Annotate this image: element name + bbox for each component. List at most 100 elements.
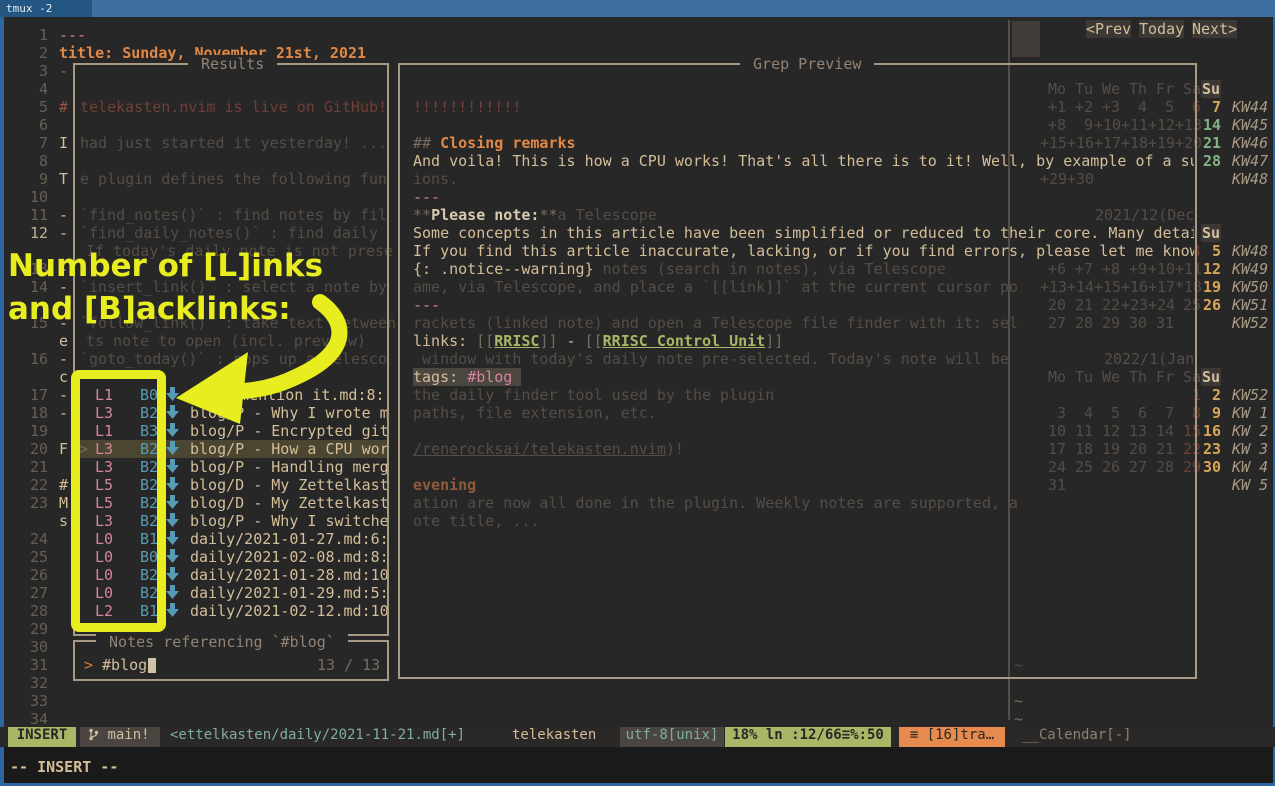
calendar-prev-button[interactable]: <Prev (1086, 20, 1131, 38)
buffer-text: - (59, 62, 68, 80)
annotation-text-line2: and [B]acklinks: (8, 291, 291, 327)
preview-text: --- (413, 296, 440, 314)
buffer-text: M (59, 494, 68, 512)
calendar-sunday[interactable]: 23 (1197, 440, 1221, 458)
line-number: 2 (26, 44, 48, 62)
git-branch[interactable]: main! (80, 727, 160, 747)
line-number: 21 (26, 458, 48, 476)
line-number: 5 (26, 98, 48, 116)
preview-line: If you find this article inaccurate, lac… (413, 242, 1194, 260)
prompt-title: Notes referencing `#blog` (96, 633, 348, 649)
terminal-window: tmux -2 12345678910111213141516171819202… (0, 0, 1275, 786)
calendar-week-number: KW50 (1232, 278, 1268, 296)
wiki-link[interactable]: RRISC Control Unit (603, 332, 766, 350)
preview-text: window with today's daily note pre-selec… (413, 350, 1009, 368)
line-number: 29 (26, 620, 48, 638)
preview-text: /renerocksai/telekasten.nvim (413, 440, 666, 458)
filename[interactable]: <ettelkasten/daily/2021-11-21.md[+] (170, 727, 465, 747)
buffer-text: --- (59, 26, 86, 44)
command-line-area (4, 747, 1273, 783)
preview-text: ions. (413, 170, 458, 188)
prompt-input[interactable]: #blog (102, 656, 147, 674)
line-number: 17 (26, 386, 48, 404)
git-branch-name: main! (107, 727, 149, 743)
line-number: 1 (26, 26, 48, 44)
calendar-sunday[interactable]: 7 (1197, 98, 1221, 116)
preview-line: paths, file extension, etc. (413, 404, 1194, 422)
preview-text: !!!!!!!!!!!! (413, 98, 521, 116)
buffer-text: - (59, 224, 68, 242)
line-number: 16 (26, 350, 48, 368)
preview-line: !!!!!!!!!!!! (413, 98, 1194, 116)
preview-text: ]] (765, 332, 783, 350)
preview-text: [[ (476, 332, 494, 350)
calendar-sunday[interactable]: 2 (1197, 386, 1221, 404)
calendar-sunday[interactable]: 19 (1197, 278, 1221, 296)
preview-text (512, 368, 521, 386)
preview-line: /renerocksai/telekasten.nvim)! (413, 440, 1194, 458)
preview-text: )! (666, 440, 684, 458)
line-number: 20 (26, 440, 48, 458)
mode-message: -- INSERT -- (10, 758, 118, 776)
calendar-week-number: KW 3 (1232, 440, 1268, 458)
buffer-text: s (59, 512, 68, 530)
calendar-sunday[interactable]: 30 (1197, 458, 1221, 476)
line-number: 33 (26, 692, 48, 710)
preview-text: If you find this article inaccurate, lac… (413, 242, 1194, 260)
line-number: 19 (26, 422, 48, 440)
calendar-sunday[interactable]: 9 (1197, 404, 1221, 422)
preview-line: --- (413, 296, 1194, 314)
git-branch-icon (88, 727, 107, 743)
calendar-today-button[interactable]: Today (1139, 20, 1184, 38)
preview-text: Please note: (431, 206, 539, 224)
preview-line: the daily finder tool used by the plugin (413, 386, 1194, 404)
preview-line: Some concepts in this article have been … (413, 224, 1194, 242)
preview-text: --- (413, 188, 440, 206)
prompt-char: > (84, 656, 93, 674)
preview-line: evening (413, 476, 1194, 494)
results-title: Results (188, 55, 277, 71)
line-number: 27 (26, 584, 48, 602)
line-number: 3 (26, 62, 48, 80)
calendar-week-number: KW48 (1232, 242, 1268, 260)
calendar-scrollbar[interactable] (1012, 21, 1040, 57)
preview-text: evening (413, 476, 476, 494)
line-number: 9 (26, 170, 48, 188)
preview-text: links: (413, 332, 476, 350)
calendar-week-number: KW48 (1232, 170, 1268, 188)
line-number: 18 (26, 404, 48, 422)
calendar-week-number: KW 5 (1232, 476, 1268, 494)
annotation-text-line1: Number of [L]inks (8, 248, 323, 284)
calendar-sunday[interactable]: 28 (1197, 152, 1221, 170)
buffer-indicator[interactable]: ≡ [16]tra… (899, 727, 1005, 747)
buffer-text: c (59, 368, 68, 386)
preview-text: ation are now all done in the plugin. We… (413, 494, 1018, 512)
calendar-sunday[interactable]: 14 (1197, 116, 1221, 134)
calendar-next-button[interactable]: Next> (1192, 20, 1237, 38)
line-number: 7 (26, 134, 48, 152)
wiki-link[interactable]: RRISC (494, 332, 539, 350)
titlebar: tmux -2 (0, 0, 1275, 17)
preview-text: {: .notice--warning} (413, 260, 594, 278)
calendar-week-number: KW 1 (1232, 404, 1268, 422)
statusline: INSERT main! <ettelkasten/daily/2021-11-… (0, 727, 1275, 747)
calendar-sunday[interactable]: 26 (1197, 296, 1221, 314)
calendar-sunday-header: Su (1201, 80, 1221, 98)
calendar-week-number: KW 2 (1232, 422, 1268, 440)
buffer-text: T (59, 170, 68, 188)
buffer-text: # (59, 98, 68, 116)
preview-line: links: [[RRISC]] - [[RRISC Control Unit]… (413, 332, 1194, 350)
calendar-sunday[interactable]: 5 (1197, 242, 1221, 260)
line-number: 24 (26, 530, 48, 548)
preview-text: tags: (413, 368, 467, 386)
text-cursor (148, 658, 156, 673)
calendar-sunday[interactable]: 16 (1197, 422, 1221, 440)
preview-line: **Please note:**a Telescope (413, 206, 1194, 224)
tmux-tab[interactable]: tmux -2 (0, 0, 92, 17)
calendar-week-number: KW44 (1232, 98, 1268, 116)
calendar-sunday[interactable]: 21 (1197, 134, 1221, 152)
buffer-text: - (59, 206, 68, 224)
calendar-week-number: KW47 (1232, 152, 1268, 170)
result-counter: 13 / 13 (317, 656, 380, 674)
calendar-sunday[interactable]: 12 (1197, 260, 1221, 278)
